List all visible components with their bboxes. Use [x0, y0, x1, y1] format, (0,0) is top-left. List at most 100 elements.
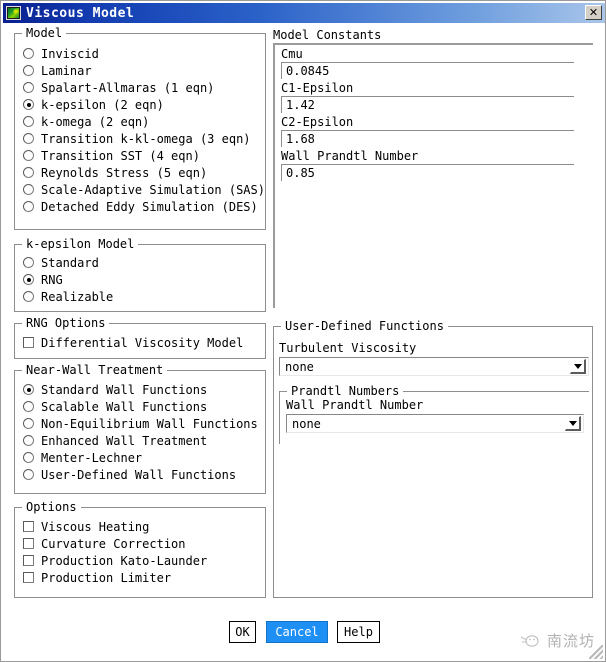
option-label: Laminar [41, 63, 92, 78]
radio-icon [23, 291, 34, 302]
c2-epsilon-label: C2-Epsilon [281, 115, 354, 129]
window-title: Viscous Model [26, 5, 135, 21]
radio-user-defined-wall-functions[interactable]: User-Defined Wall Functions [15, 466, 265, 483]
radio-laminar[interactable]: Laminar [15, 62, 265, 79]
radio-standard-wall-functions[interactable]: Standard Wall Functions [15, 381, 265, 398]
radio-icon [23, 418, 34, 429]
radio-icon-selected [23, 384, 34, 395]
cmu-label: Cmu [281, 47, 303, 61]
chevron-down-icon[interactable] [570, 359, 586, 374]
radio-standard[interactable]: Standard [15, 254, 265, 271]
title-bar: Viscous Model ✕ [3, 3, 605, 23]
model-constants-title: Model Constants [273, 28, 382, 42]
checkbox-icon [23, 555, 34, 566]
checkbox-differential-viscosity-model[interactable]: Differential Viscosity Model [15, 334, 265, 351]
option-label: Detached Eddy Simulation (DES) [41, 199, 258, 214]
checkbox-production-kato-launder[interactable]: Production Kato-Launder [15, 552, 265, 569]
near-wall-legend: Near-Wall Treatment [22, 363, 168, 377]
checkbox-production-limiter[interactable]: Production Limiter [15, 569, 265, 586]
radio-icon-selected [23, 274, 34, 285]
ok-button[interactable]: OK [229, 621, 256, 643]
watermark-logo-icon [520, 632, 542, 650]
model-group: Model Inviscid Laminar Spalart-Allmaras … [14, 26, 266, 230]
turbulent-viscosity-dropdown[interactable]: none [279, 357, 589, 376]
checkbox-icon [23, 538, 34, 549]
rng-options-legend: RNG Options [22, 316, 110, 330]
option-label: Viscous Heating [41, 519, 150, 534]
option-label: Spalart-Allmaras (1 eqn) [41, 80, 215, 95]
option-label: Transition SST (4 eqn) [41, 148, 200, 163]
radio-icon [23, 167, 34, 178]
model-constants-panel: Cmu 0.0845 C1-Epsilon 1.42 C2-Epsilon 1.… [273, 43, 593, 308]
options-group-legend: Options [22, 500, 81, 514]
options-group: Options Viscous Heating Curvature Correc… [14, 500, 266, 598]
resize-grip[interactable] [589, 645, 603, 659]
option-label: Enhanced Wall Treatment [41, 433, 208, 448]
checkbox-icon [23, 337, 34, 348]
radio-reynolds-stress[interactable]: Reynolds Stress (5 eqn) [15, 164, 265, 181]
radio-icon [23, 184, 34, 195]
checkbox-icon [23, 521, 34, 532]
prandtl-numbers-legend: Prandtl Numbers [287, 384, 404, 398]
fluent-app-icon [6, 6, 21, 20]
radio-icon [23, 82, 34, 93]
option-label: Differential Viscosity Model [41, 335, 244, 350]
radio-enhanced-wall-treatment[interactable]: Enhanced Wall Treatment [15, 432, 265, 449]
radio-menter-lechner[interactable]: Menter-Lechner [15, 449, 265, 466]
radio-transition-sst[interactable]: Transition SST (4 eqn) [15, 147, 265, 164]
radio-k-omega[interactable]: k-omega (2 eqn) [15, 113, 265, 130]
radio-icon [23, 116, 34, 127]
wall-prandtl-number-input[interactable]: 0.85 [281, 164, 574, 181]
radio-spalart-allmaras[interactable]: Spalart-Allmaras (1 eqn) [15, 79, 265, 96]
chevron-down-icon[interactable] [565, 416, 581, 431]
prandtl-numbers-group: Prandtl Numbers Wall Prandtl Number none [279, 384, 589, 444]
help-button[interactable]: Help [337, 621, 380, 643]
close-icon[interactable]: ✕ [585, 5, 602, 20]
checkbox-curvature-correction[interactable]: Curvature Correction [15, 535, 265, 552]
option-label: Inviscid [41, 46, 99, 61]
radio-icon-selected [23, 99, 34, 110]
radio-icon [23, 201, 34, 212]
watermark-text: 南流坊 [546, 632, 595, 650]
radio-detached-eddy-simulation[interactable]: Detached Eddy Simulation (DES) [15, 198, 265, 215]
option-label: User-Defined Wall Functions [41, 467, 237, 482]
option-label: Reynolds Stress (5 eqn) [41, 165, 208, 180]
option-label: Scalable Wall Functions [41, 399, 208, 414]
cancel-button[interactable]: Cancel [266, 621, 328, 643]
option-label: Transition k-kl-omega (3 eqn) [41, 131, 251, 146]
radio-icon [23, 65, 34, 76]
radio-non-equilibrium-wall-functions[interactable]: Non-Equilibrium Wall Functions [15, 415, 265, 432]
c2-epsilon-input[interactable]: 1.68 [281, 130, 574, 147]
option-label: Realizable [41, 289, 114, 304]
option-label: Non-Equilibrium Wall Functions [41, 416, 258, 431]
radio-realizable[interactable]: Realizable [15, 288, 265, 305]
radio-k-epsilon[interactable]: k-epsilon (2 eqn) [15, 96, 265, 113]
radio-scalable-wall-functions[interactable]: Scalable Wall Functions [15, 398, 265, 415]
rng-options-group: RNG Options Differential Viscosity Model [14, 316, 266, 359]
radio-icon [23, 133, 34, 144]
option-label: Production Kato-Launder [41, 553, 208, 568]
radio-icon [23, 150, 34, 161]
user-defined-functions-group: User-Defined Functions Turbulent Viscosi… [273, 319, 593, 598]
c1-epsilon-input[interactable]: 1.42 [281, 96, 574, 113]
radio-scale-adaptive-simulation[interactable]: Scale-Adaptive Simulation (SAS) [15, 181, 265, 198]
model-group-legend: Model [22, 26, 67, 40]
radio-icon [23, 435, 34, 446]
checkbox-icon [23, 572, 34, 583]
viscous-model-dialog: Viscous Model ✕ Model Inviscid Laminar S… [0, 0, 606, 662]
option-label: Curvature Correction [41, 536, 186, 551]
option-label: Menter-Lechner [41, 450, 143, 465]
radio-icon [23, 401, 34, 412]
k-epsilon-group-legend: k-epsilon Model [22, 237, 139, 251]
option-label: RNG [41, 272, 63, 287]
option-label: Production Limiter [41, 570, 172, 585]
wall-prandtl-number-label: Wall Prandtl Number [281, 149, 419, 163]
radio-transition-k-kl-omega[interactable]: Transition k-kl-omega (3 eqn) [15, 130, 265, 147]
radio-rng[interactable]: RNG [15, 271, 265, 288]
radio-inviscid[interactable]: Inviscid [15, 45, 265, 62]
option-label: Standard [41, 255, 99, 270]
cmu-input[interactable]: 0.0845 [281, 62, 574, 79]
wall-prandtl-number-dropdown[interactable]: none [286, 414, 584, 433]
turbulent-viscosity-value: none [285, 359, 314, 374]
checkbox-viscous-heating[interactable]: Viscous Heating [15, 518, 265, 535]
